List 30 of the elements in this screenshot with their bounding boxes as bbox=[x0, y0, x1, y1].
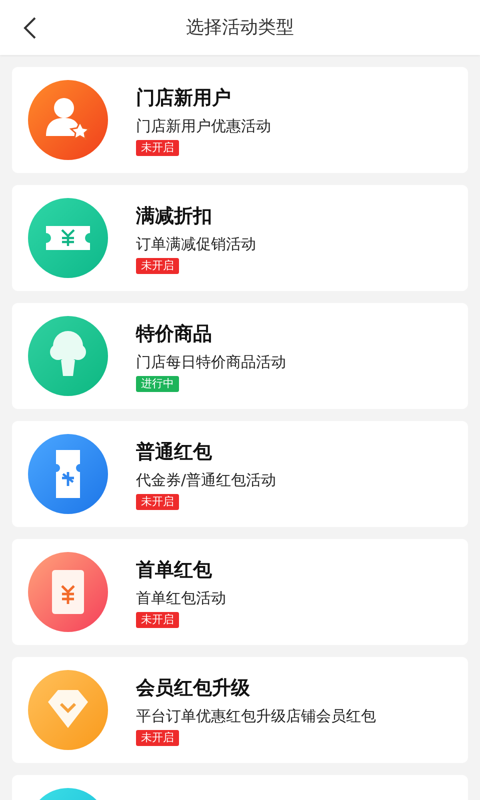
cabbage-icon bbox=[28, 316, 108, 396]
ticket-icon bbox=[28, 198, 108, 278]
page-title: 选择活动类型 bbox=[186, 16, 294, 40]
status-badge: 未开启 bbox=[136, 494, 179, 510]
activity-card[interactable]: 会员红包升级 平台订单优惠红包升级店铺会员红包 未开启 bbox=[12, 657, 468, 763]
activity-card[interactable]: 特价商品 门店每日特价商品活动 进行中 bbox=[12, 303, 468, 409]
envelope-icon bbox=[28, 552, 108, 632]
activity-card[interactable]: 首单红包 首单红包活动 未开启 bbox=[12, 539, 468, 645]
activity-card[interactable]: 普通红包 代金券/普通红包活动 未开启 bbox=[12, 421, 468, 527]
status-badge: 进行中 bbox=[136, 376, 179, 392]
back-icon bbox=[23, 16, 37, 40]
status-badge: 未开启 bbox=[136, 730, 179, 746]
activity-title: 门店新用户 bbox=[136, 86, 231, 111]
activity-title: 特价商品 bbox=[136, 322, 212, 347]
status-badge: 未开启 bbox=[136, 140, 179, 156]
activity-description: 平台订单优惠红包升级店铺会员红包 bbox=[136, 706, 376, 727]
activity-title: 首单红包 bbox=[136, 558, 212, 583]
activity-description: 订单满减促销活动 bbox=[136, 234, 256, 255]
status-badge: 未开启 bbox=[136, 612, 179, 628]
activity-title: 满减折扣 bbox=[136, 204, 212, 229]
activity-title: 会员红包升级 bbox=[136, 676, 250, 701]
activity-title: 普通红包 bbox=[136, 440, 212, 465]
activity-description: 门店每日特价商品活动 bbox=[136, 352, 286, 373]
coupon-icon bbox=[28, 434, 108, 514]
activity-description: 首单红包活动 bbox=[136, 588, 226, 609]
activity-description: 代金券/普通红包活动 bbox=[136, 470, 276, 491]
status-badge: 未开启 bbox=[136, 258, 179, 274]
activity-card[interactable]: 满减折扣 订单满减促销活动 未开启 bbox=[12, 185, 468, 291]
activity-card[interactable]: 门店新用户 门店新用户优惠活动 未开启 bbox=[12, 67, 468, 173]
activity-description: 门店新用户优惠活动 bbox=[136, 116, 271, 137]
